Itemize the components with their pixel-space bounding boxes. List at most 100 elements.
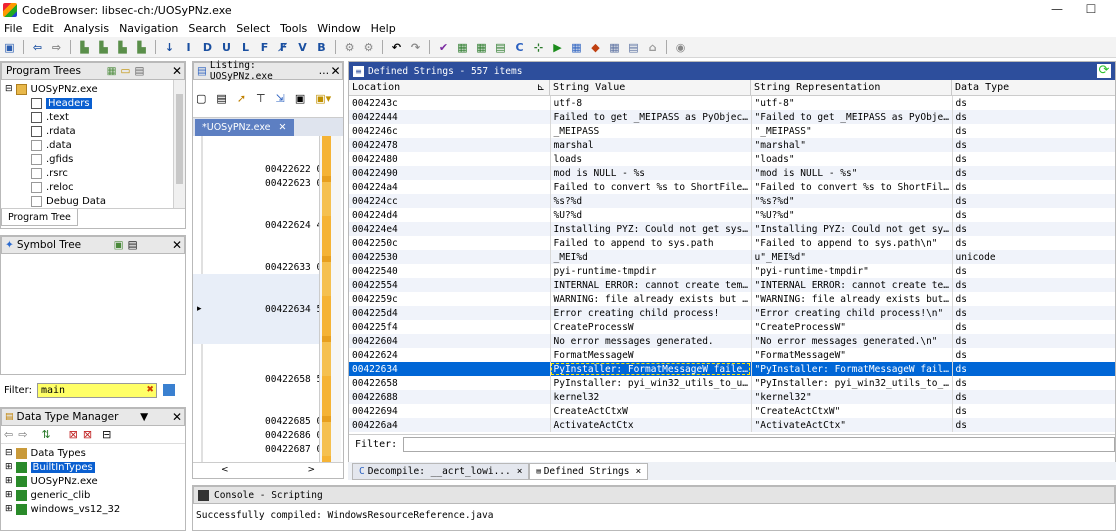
menu-navigation[interactable]: Navigation <box>119 22 178 35</box>
table-row[interactable]: 004225f4 CreateProcessW "CreateProcessW" ds <box>349 320 1115 334</box>
table-row[interactable]: 00422478 marshal "marshal" ds <box>349 138 1115 152</box>
nav-instruction-icon[interactable]: I <box>181 40 196 55</box>
table-row[interactable]: 00422634 PyInstaller: FormatMessageW fail… <box>349 362 1115 376</box>
cursor-icon[interactable]: ➚ <box>237 92 246 105</box>
snapshot-icon[interactable]: ▣ <box>295 92 305 105</box>
expand-icon[interactable]: ⊞ <box>5 462 13 472</box>
tab-listing-program[interactable]: *UOSyPNz.exe ✕ <box>195 119 294 136</box>
collapse-icon[interactable]: ⊟ <box>5 84 13 94</box>
strings-table-body[interactable]: 0042243c utf-8 "utf-8" ds 00422444 Failed to … <box>349 96 1115 434</box>
table-row[interactable]: 00422694 CreateActCtxW "CreateActCtxW" ds <box>349 404 1115 418</box>
menu-help[interactable]: Help <box>371 22 396 35</box>
tree-item-debug-data[interactable]: Debug Data <box>31 194 185 208</box>
tree-item-rsrc[interactable]: .rsrc <box>31 166 185 180</box>
menu-tools[interactable]: Tools <box>280 22 307 35</box>
table-row[interactable]: 00422624 FormatMessageW "FormatMessageW" ds <box>349 348 1115 362</box>
nav-label-icon[interactable]: L <box>238 40 253 55</box>
nav-data-icon[interactable]: D <box>200 40 215 55</box>
table-row[interactable]: 0042246c _MEIPASS "_MEIPASS" ds <box>349 124 1115 138</box>
grid-icon[interactable]: ▦ <box>607 40 622 55</box>
vertical-scrollbar[interactable] <box>173 80 185 208</box>
tree-item-rdata[interactable]: .rdata <box>31 124 185 138</box>
table-row[interactable]: 00422554 INTERNAL ERROR: cannot create te… <box>349 278 1115 292</box>
tree-root[interactable]: ⊟ Data Types <box>5 446 185 460</box>
expand-icon[interactable]: ⊞ <box>5 476 13 486</box>
symbol-filter-input[interactable]: main ✖ <box>36 382 157 398</box>
close-icon[interactable]: ✕ <box>279 122 287 133</box>
collapse-icon[interactable]: ⊟ <box>5 448 13 458</box>
bookmark-list-icon[interactable]: ▙ <box>134 40 149 55</box>
scroll-left-icon[interactable]: < <box>221 465 229 475</box>
close-icon[interactable]: ✕ <box>170 238 184 252</box>
table-row[interactable]: 004225d4 Error creating child process! "Er… <box>349 306 1115 320</box>
maximize-button[interactable]: ☐ <box>1074 2 1108 16</box>
table-row[interactable]: 00422658 PyInstaller: pyi_win32_utils_to_… <box>349 376 1115 390</box>
tree-item-generic-clib[interactable]: ⊞ generic_clib <box>5 488 185 502</box>
collapse-all-icon[interactable]: ⊟ <box>102 428 111 441</box>
listing-row[interactable]: 00422633 0 <box>265 262 322 273</box>
tree-item-gfids[interactable]: .gfids <box>31 152 185 166</box>
close-icon[interactable]: × <box>517 466 523 477</box>
table-row[interactable]: 00422444 Failed to get _MEIPASS as PyObje… <box>349 110 1115 124</box>
table-row[interactable]: 004224cc %s?%d "%s?%d" ds <box>349 194 1115 208</box>
dropdown-icon[interactable]: ▼ <box>140 411 148 423</box>
bookmark-prev-icon[interactable]: ▙ <box>115 40 130 55</box>
list-icon[interactable]: ▤ <box>626 40 641 55</box>
table-row[interactable]: 004224a4 Failed to convert %s to ShortFil… <box>349 180 1115 194</box>
listing-row[interactable]: 00422685 0 <box>265 416 322 427</box>
close-icon[interactable]: ✕ <box>329 64 342 78</box>
forward-arrow-icon[interactable]: ⇨ <box>49 40 64 55</box>
filter-icon[interactable]: ⊠ <box>69 428 78 441</box>
table-icon[interactable]: ▦ <box>569 40 584 55</box>
tree-item-builtintypes[interactable]: ⊞ BuiltInTypes <box>5 460 185 474</box>
bookmark-next-icon[interactable]: ▙ <box>96 40 111 55</box>
listing-row[interactable]: 00422634 5 <box>265 304 322 315</box>
listing-body[interactable]: ▸ 00422622 0 00422623 0 00422624 4 00422… <box>193 136 343 462</box>
column-string-value[interactable]: String Value <box>550 80 751 95</box>
overview-bar[interactable] <box>319 136 341 462</box>
export-icon[interactable]: ▣ <box>114 239 124 251</box>
undo-icon[interactable]: ↶ <box>389 40 404 55</box>
registers-icon[interactable]: ▦ <box>474 40 489 55</box>
menu-icon[interactable]: ▤ <box>128 239 138 251</box>
copy-icon[interactable]: ▢ <box>196 92 206 105</box>
tree-item-program[interactable]: ⊞ UOSyPNz.exe <box>5 474 185 488</box>
filter-arrays-icon[interactable]: ⊠ <box>83 428 92 441</box>
back-arrow-icon[interactable]: ⇦ <box>30 40 45 55</box>
listing-row[interactable]: 00422658 5 <box>265 374 322 385</box>
strings-filter-input[interactable] <box>403 437 1115 452</box>
table-row[interactable]: 0042250c Failed to append to sys.path "Fai… <box>349 236 1115 250</box>
field-icon[interactable]: ⊤ <box>256 92 266 105</box>
menu-window[interactable]: Window <box>317 22 360 35</box>
table-row[interactable]: 00422604 No error messages generated. "No … <box>349 334 1115 348</box>
redo-icon[interactable]: ↷ <box>408 40 423 55</box>
close-icon[interactable]: × <box>635 466 641 477</box>
listing-row[interactable]: 00422687 0 <box>265 444 322 455</box>
nav-value-icon[interactable]: V <box>295 40 310 55</box>
options-icon[interactable]: ▣▾ <box>315 92 331 105</box>
table-row[interactable]: 00422480 loads "loads" ds <box>349 152 1115 166</box>
filter-options-icon[interactable] <box>162 384 175 396</box>
table-row[interactable]: 0042243c utf-8 "utf-8" ds <box>349 96 1115 110</box>
graph-icon[interactable]: ⊹ <box>531 40 546 55</box>
expand-icon[interactable]: ⊞ <box>5 504 13 514</box>
bytes-icon[interactable]: ▤ <box>493 40 508 55</box>
tree-item-text[interactable]: .text <box>31 110 185 124</box>
clear-icon[interactable]: ⚙ <box>361 40 376 55</box>
tree-item-reloc[interactable]: .reloc <box>31 180 185 194</box>
c-icon[interactable]: C <box>512 40 527 55</box>
nav-byte-icon[interactable]: B <box>314 40 329 55</box>
listing-row[interactable]: 00422623 0 <box>265 178 322 189</box>
new-tree-icon[interactable]: ▦ <box>107 65 117 77</box>
menu-select[interactable]: Select <box>236 22 270 35</box>
table-row[interactable]: 00422688 kernel32 "kernel32" ds <box>349 390 1115 404</box>
nav-undefined-icon[interactable]: U <box>219 40 234 55</box>
listing-row[interactable]: 00422686 0 <box>265 430 322 441</box>
tree-root[interactable]: ⊟ UOSyPNz.exe <box>5 82 185 96</box>
expand-icon[interactable]: ⊞ <box>5 490 13 500</box>
column-location[interactable]: Location ⊾ <box>349 80 550 95</box>
listing-row[interactable]: 00422622 0 <box>265 164 322 175</box>
paste-icon[interactable]: ▤ <box>216 92 226 105</box>
table-row[interactable]: 004224e4 Installing PYZ: Could not get sy… <box>349 222 1115 236</box>
table-row[interactable]: 00422530 _MEI%d u"_MEI%d" unicode <box>349 250 1115 264</box>
